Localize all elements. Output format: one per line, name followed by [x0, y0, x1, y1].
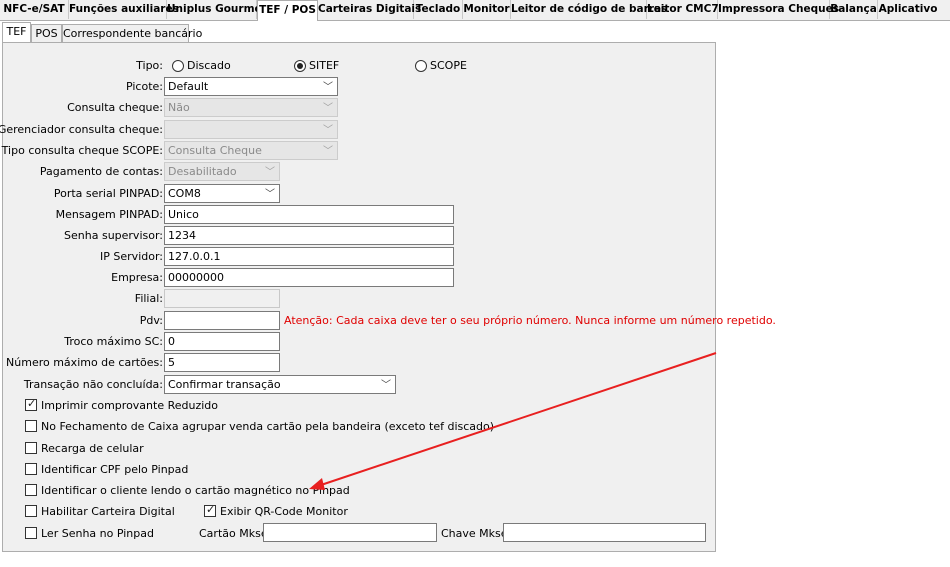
arrow-shaft	[317, 352, 717, 487]
arrow-head-icon	[309, 478, 325, 490]
annotation-arrow	[309, 352, 717, 490]
